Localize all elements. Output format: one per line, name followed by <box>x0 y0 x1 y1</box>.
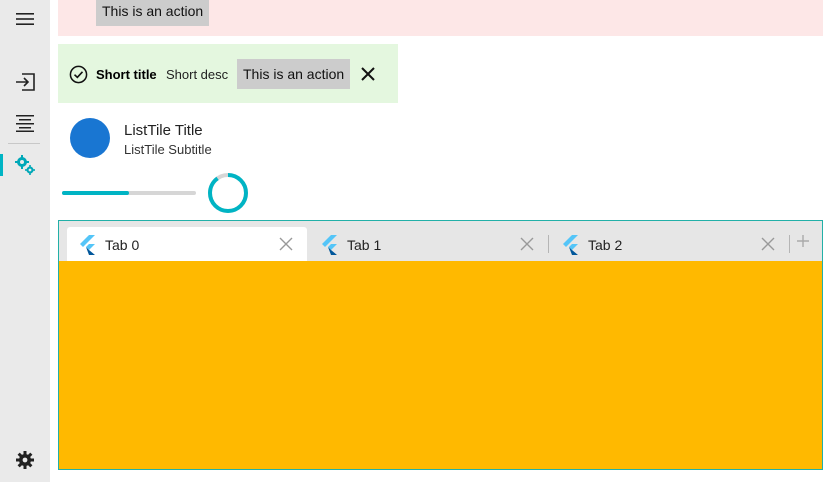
flutter-logo-icon <box>563 235 578 255</box>
infobar-description: Short desc <box>166 67 229 82</box>
flutter-logo-icon <box>322 235 337 255</box>
gear-icon <box>16 451 34 469</box>
check-circle-icon <box>69 65 88 84</box>
close-icon[interactable] <box>279 237 293 251</box>
plus-icon[interactable] <box>796 234 810 248</box>
close-icon[interactable] <box>520 237 534 251</box>
linear-progress-fill <box>62 191 129 195</box>
tab-separator <box>789 235 790 253</box>
success-infobar: Short title Short desc This is an action <box>58 44 398 103</box>
rail-divider <box>8 143 40 144</box>
success-action-button[interactable]: This is an action <box>237 59 351 89</box>
navigation-rail <box>0 0 50 482</box>
close-icon[interactable] <box>761 237 775 251</box>
nav-item-login[interactable] <box>0 65 50 99</box>
tab-label: Tab 1 <box>347 237 382 253</box>
menu-icon <box>16 13 34 25</box>
list-tile-title: ListTile Title <box>124 122 203 139</box>
infobar-title: Short title <box>96 67 157 82</box>
tab-1[interactable]: Tab 1 <box>309 227 547 261</box>
tab-content <box>59 261 822 469</box>
tab-separator <box>548 235 549 253</box>
nav-item-align[interactable] <box>0 106 50 140</box>
login-icon <box>16 73 35 91</box>
error-action-button[interactable]: This is an action <box>96 0 210 26</box>
tab-view: Tab 0 Tab 1 Tab 2 <box>58 220 823 470</box>
tab-0[interactable]: Tab 0 <box>67 227 307 261</box>
progress-ring <box>208 173 248 213</box>
linear-progress-bar <box>62 191 196 195</box>
error-infobar: This is an action <box>58 0 823 36</box>
list-tile[interactable]: ListTile Title ListTile Subtitle <box>70 118 370 160</box>
tab-strip: Tab 0 Tab 1 Tab 2 <box>59 221 822 261</box>
nav-item-gear[interactable] <box>0 443 50 477</box>
settings-cogs-icon <box>15 155 35 175</box>
close-icon[interactable] <box>358 64 378 84</box>
align-center-icon <box>16 115 34 132</box>
tab-label: Tab 0 <box>105 237 140 253</box>
avatar <box>70 118 110 158</box>
list-tile-subtitle: ListTile Subtitle <box>124 142 212 157</box>
nav-item-settings[interactable] <box>0 148 50 182</box>
tab-label: Tab 2 <box>588 237 623 253</box>
menu-button[interactable] <box>0 2 50 36</box>
flutter-logo-icon <box>80 235 95 255</box>
tab-2[interactable]: Tab 2 <box>550 227 788 261</box>
